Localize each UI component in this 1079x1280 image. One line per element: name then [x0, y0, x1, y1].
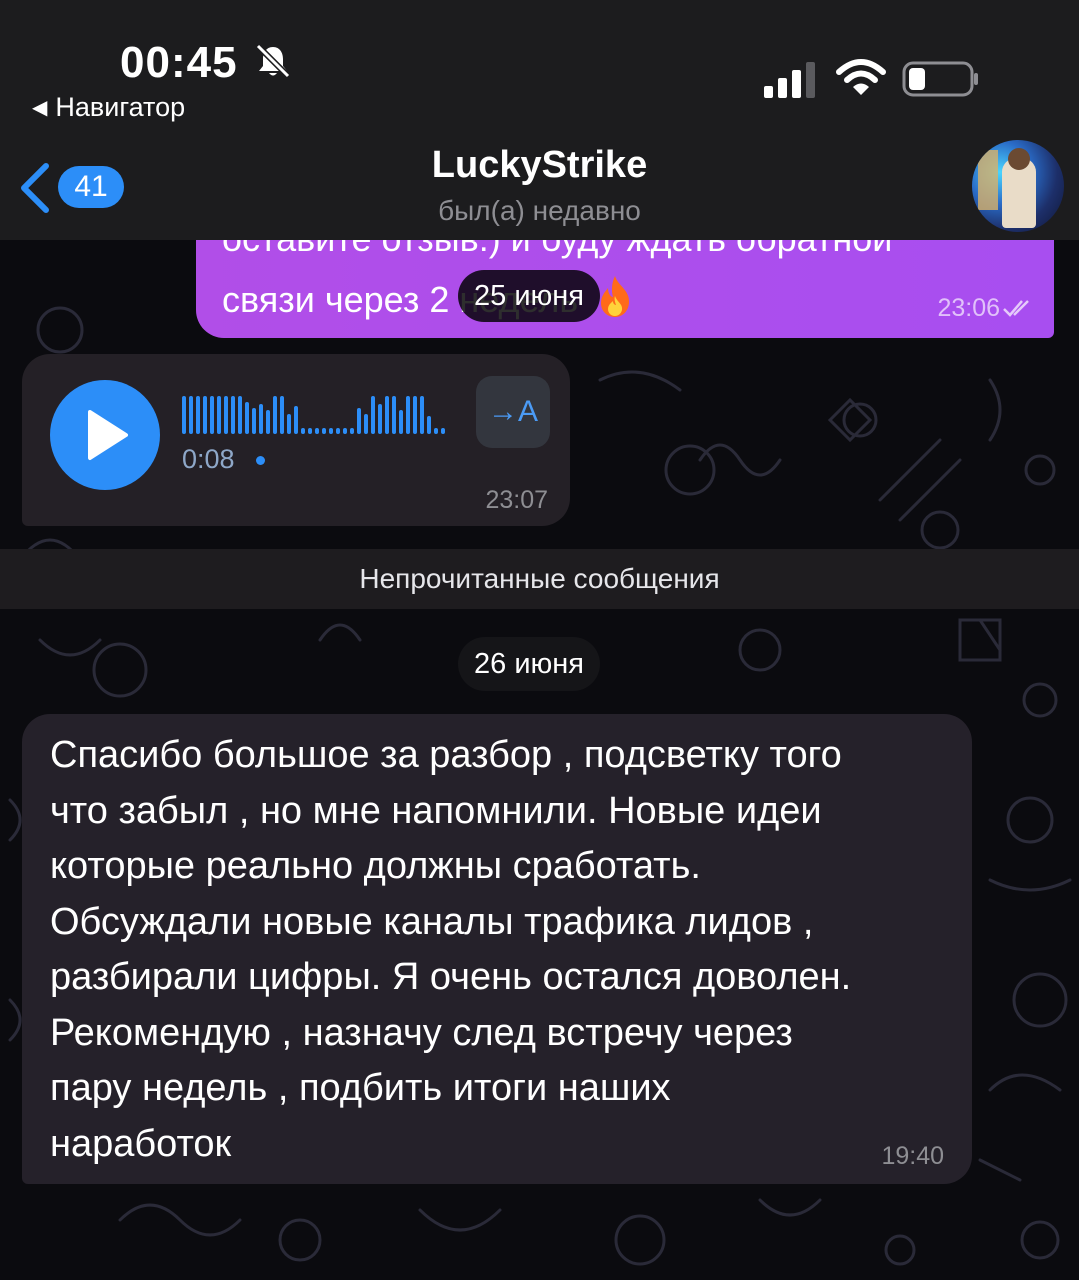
back-app-label: Навигатор	[55, 92, 186, 122]
voice-message-time: 23:07	[485, 486, 548, 514]
back-to-app-link[interactable]: ◀ Навигатор	[32, 92, 185, 123]
chat-header: 00:45 ◀ Навигатор 41 LuckyStrike был(а) …	[0, 0, 1079, 240]
incoming-message-text: Спасибо большое за разбор , подсветку то…	[50, 734, 852, 1165]
chat-last-seen-status: был(а) недавно	[438, 195, 641, 226]
play-icon	[88, 410, 128, 460]
battery-icon	[902, 61, 978, 97]
signal-icon	[764, 62, 815, 98]
status-time: 00:45	[120, 38, 238, 87]
transcribe-button[interactable]: →A	[476, 376, 550, 448]
double-check-icon	[1003, 300, 1029, 317]
back-triangle-icon: ◀	[32, 97, 48, 119]
contact-avatar[interactable]	[972, 140, 1064, 232]
voice-waveform[interactable]	[182, 394, 446, 436]
voice-unplayed-dot	[256, 456, 265, 465]
chat-title[interactable]: LuckyStrike	[0, 144, 1079, 187]
voice-duration: 0:08	[182, 444, 235, 474]
date-separator-june-25: 25 июня	[458, 270, 600, 322]
wifi-icon	[836, 59, 886, 95]
voice-play-button[interactable]	[50, 380, 160, 490]
bell-muted-icon	[255, 43, 291, 79]
unread-messages-banner: Непрочитанные сообщения	[0, 549, 1079, 609]
date-separator-june-26: 26 июня	[458, 637, 600, 691]
voice-message-bubble[interactable]: 0:08 →A 23:07	[22, 354, 570, 526]
outgoing-message-time: 23:06	[937, 294, 1000, 322]
incoming-message-time: 19:40	[881, 1142, 944, 1170]
fire-emoji	[601, 276, 630, 317]
incoming-message-bubble[interactable]: Спасибо большое за разбор , подсветку то…	[22, 714, 972, 1184]
